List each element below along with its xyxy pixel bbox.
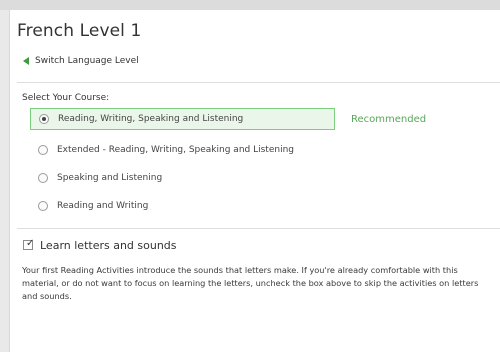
course-option-label: Speaking and Listening <box>57 173 163 183</box>
page-title: French Level 1 <box>17 21 142 41</box>
radio-button[interactable] <box>38 173 48 183</box>
radio-button[interactable] <box>38 201 48 211</box>
learn-letters-checkbox[interactable]: ✓ <box>23 238 35 250</box>
divider <box>17 82 500 83</box>
window-top-strip <box>0 0 500 10</box>
divider <box>17 228 500 229</box>
recommended-label: Recommended <box>351 114 427 125</box>
course-option-label: Reading and Writing <box>57 201 149 211</box>
course-option-extended[interactable]: Extended - Reading, Writing, Speaking an… <box>30 139 294 161</box>
check-icon: ✓ <box>26 238 35 249</box>
radio-button[interactable] <box>39 114 49 124</box>
course-option-speaking-listening[interactable]: Speaking and Listening <box>30 167 162 189</box>
letters-description: Your first Reading Activities introduce … <box>22 265 479 301</box>
learn-letters-checkbox-row[interactable]: ✓ Learn letters and sounds <box>23 238 177 252</box>
select-course-label: Select Your Course: <box>22 93 110 103</box>
course-option-label: Reading, Writing, Speaking and Listening <box>58 114 244 124</box>
course-option-label: Extended - Reading, Writing, Speaking an… <box>57 145 294 155</box>
course-option-reading-writing[interactable]: Reading and Writing <box>30 195 148 217</box>
course-option-rwsl[interactable]: Reading, Writing, Speaking and Listening <box>30 108 335 130</box>
radio-selected-dot <box>42 117 46 121</box>
switch-link-label: Switch Language Level <box>35 56 139 66</box>
radio-button[interactable] <box>38 145 48 155</box>
back-arrow-icon <box>23 57 29 65</box>
switch-language-level-link[interactable]: Switch Language Level <box>23 55 139 67</box>
learn-letters-label: Learn letters and sounds <box>40 238 177 252</box>
